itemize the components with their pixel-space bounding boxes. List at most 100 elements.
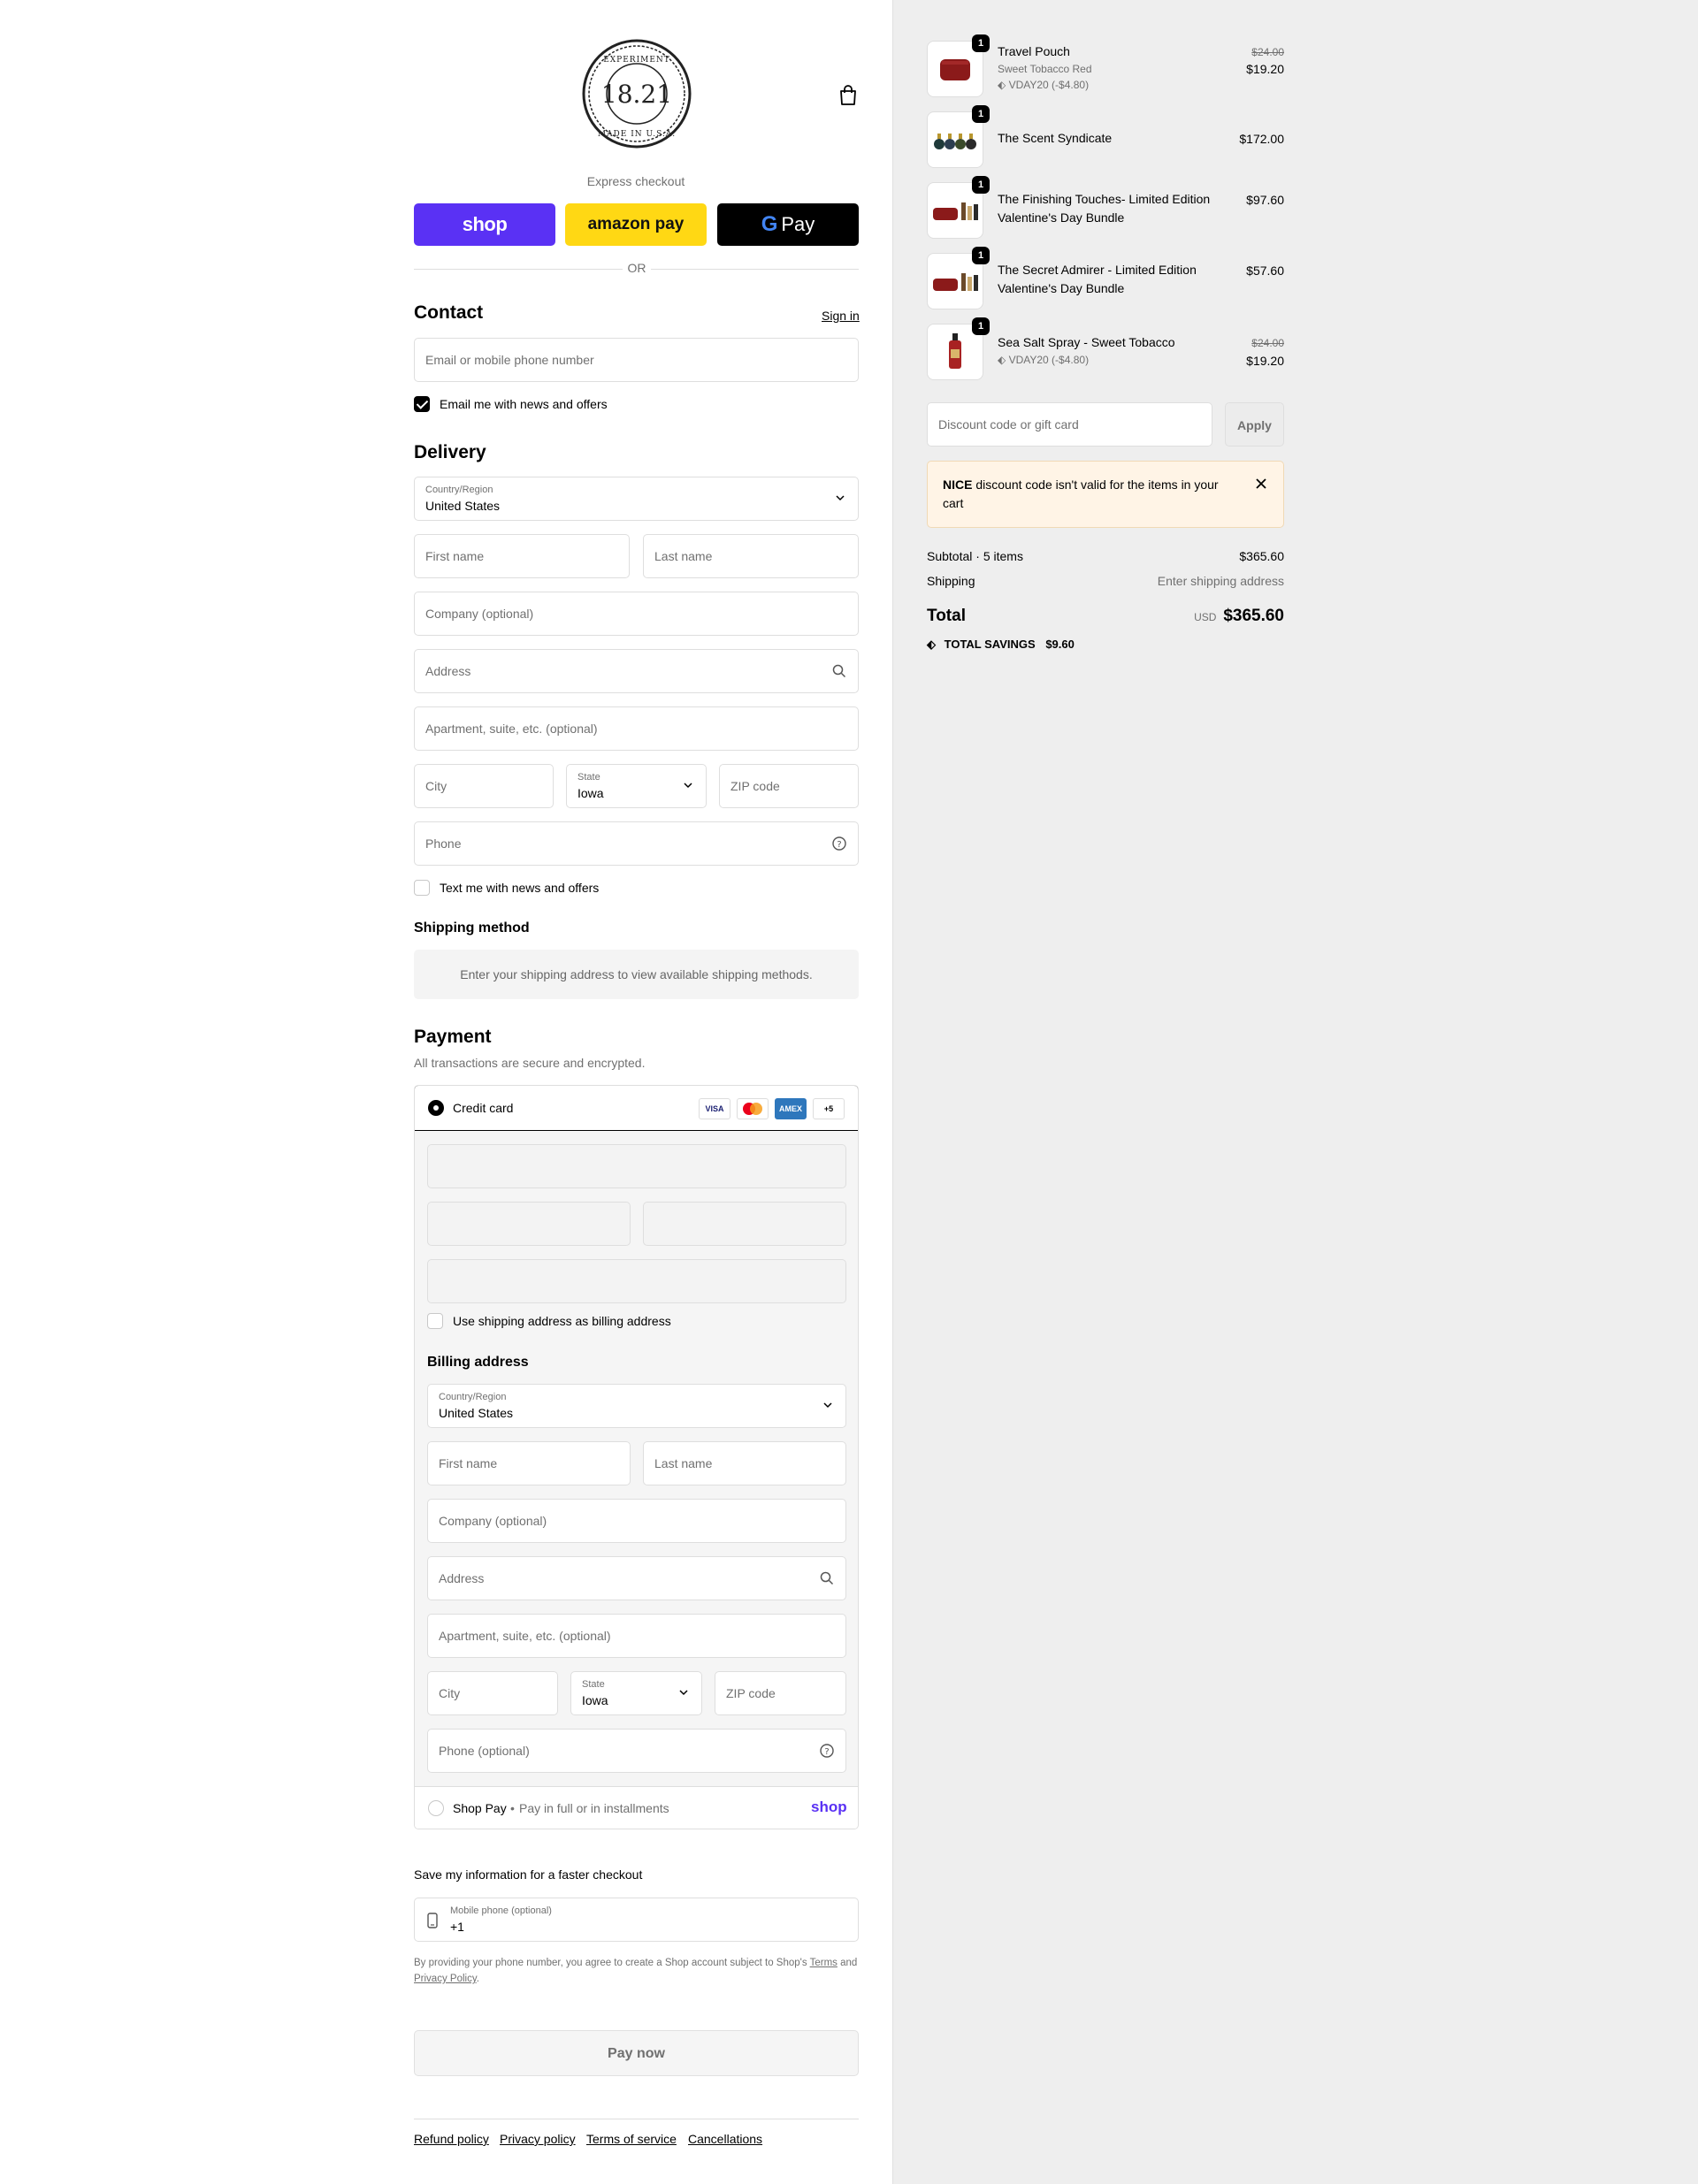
billing-first-name-field[interactable]: First name [427, 1441, 631, 1485]
shipping-value: Enter shipping address [1157, 574, 1284, 588]
amazon-pay-logo: amazon pay [587, 215, 685, 233]
billing-city-field[interactable]: City [427, 1671, 558, 1715]
quantity-badge: 1 [972, 105, 990, 123]
divider-left [414, 269, 623, 270]
city-field[interactable]: City [414, 764, 554, 808]
billing-phone-field[interactable]: Phone (optional) ? [427, 1729, 846, 1773]
item-name: The Finishing Touches- Limited Edition V… [998, 192, 1211, 225]
warning-message: discount code isn't valid for the items … [943, 477, 1219, 510]
billing-zip-field[interactable]: ZIP code [715, 1671, 846, 1715]
google-pay-button[interactable]: G Pay [717, 203, 859, 246]
item-name: The Secret Admirer - Limited Edition Val… [998, 263, 1197, 295]
cancellations-link[interactable]: Cancellations [688, 2132, 762, 2146]
privacy-policy-link[interactable]: Privacy Policy [414, 1974, 477, 1984]
pay-now-button[interactable]: Pay now [414, 2030, 859, 2076]
sign-in-link[interactable]: Sign in [822, 309, 860, 323]
item-original-price: $24.00 [1251, 337, 1284, 349]
address-field[interactable]: Address [414, 649, 859, 693]
item-price: $57.60 [1246, 263, 1284, 278]
quantity-badge: 1 [972, 176, 990, 194]
billing-state-label: State [582, 1679, 605, 1690]
cart-bag-icon[interactable] [838, 85, 858, 106]
zip-field[interactable]: ZIP code [719, 764, 859, 808]
product-image-scent-syndicate: 1 [927, 105, 990, 168]
billing-company-field[interactable]: Company (optional) [427, 1499, 846, 1543]
email-field[interactable]: Email or mobile phone number [414, 338, 859, 382]
privacy-policy-footer-link[interactable]: Privacy policy [500, 2132, 576, 2146]
mobile-phone-field[interactable]: Mobile phone (optional) +1 [414, 1898, 859, 1942]
country-select[interactable]: Country/Region United States [414, 477, 859, 521]
help-icon[interactable]: ? [831, 836, 847, 851]
item-variant: Sweet Tobacco Red [998, 63, 1092, 75]
first-name-field[interactable]: First name [414, 534, 630, 578]
billing-same-checkbox[interactable] [427, 1313, 443, 1329]
state-value: Iowa [577, 786, 604, 800]
svg-text:EXPERIMENT: EXPERIMENT [603, 56, 670, 65]
billing-country-select[interactable]: Country/Region United States [427, 1384, 846, 1428]
item-price: $97.60 [1246, 193, 1284, 207]
shop-pay-radio[interactable] [428, 1800, 444, 1816]
expiry-field[interactable] [427, 1202, 631, 1246]
last-name-field[interactable]: Last name [643, 534, 859, 578]
billing-address-placeholder: Address [439, 1571, 485, 1585]
billing-apartment-field[interactable]: Apartment, suite, etc. (optional) [427, 1614, 846, 1658]
credit-card-option[interactable]: Credit card VISA AMEX +5 [415, 1086, 858, 1131]
card-number-field[interactable] [427, 1144, 846, 1188]
credit-card-radio[interactable] [428, 1100, 444, 1116]
chevron-down-icon [823, 1402, 832, 1409]
phone-field[interactable]: Phone ? [414, 821, 859, 866]
discount-warning-text: NICE discount code isn't valid for the i… [943, 476, 1235, 513]
subtotal-value: $365.60 [1239, 549, 1284, 563]
shop-pay-separator: • [510, 1801, 515, 1815]
item-name: Sea Salt Spray - Sweet Tobacco [998, 335, 1175, 349]
email-placeholder: Email or mobile phone number [425, 353, 594, 367]
item-discount: ⬖ VDAY20 (-$4.80) [998, 354, 1089, 366]
billing-state-select[interactable]: State Iowa [570, 1671, 702, 1715]
item-original-price: $24.00 [1251, 46, 1284, 58]
shop-pay-option[interactable]: Shop Pay • Pay in full or in installment… [415, 1786, 858, 1829]
shop-pay-description: Pay in full or in installments [519, 1801, 669, 1815]
first-name-placeholder: First name [425, 549, 485, 563]
mobile-phone-label: Mobile phone (optional) [450, 1905, 552, 1916]
close-icon[interactable] [1255, 477, 1267, 490]
last-name-placeholder: Last name [654, 549, 713, 563]
billing-country-label: Country/Region [439, 1392, 507, 1402]
svg-text:MADE IN U.S.A.: MADE IN U.S.A. [598, 130, 676, 139]
billing-company-placeholder: Company (optional) [439, 1514, 547, 1528]
amazon-pay-button[interactable]: amazon pay [565, 203, 707, 246]
or-divider-text: OR [627, 261, 646, 275]
billing-address-field[interactable]: Address [427, 1556, 846, 1600]
terms-link[interactable]: Terms [810, 1958, 838, 1968]
billing-zip-placeholder: ZIP code [726, 1686, 776, 1700]
apartment-field[interactable]: Apartment, suite, etc. (optional) [414, 706, 859, 751]
discount-code-input[interactable]: Discount code or gift card [927, 402, 1212, 447]
name-on-card-field[interactable] [427, 1259, 846, 1303]
brand-logo[interactable]: 18.21 EXPERIMENT MADE IN U.S.A. [580, 37, 693, 150]
mobile-phone-value: +1 [450, 1920, 464, 1934]
discount-placeholder: Discount code or gift card [938, 417, 1079, 431]
country-value: United States [425, 499, 501, 513]
email-news-checkbox[interactable] [414, 396, 430, 412]
item-price: $19.20 [1246, 62, 1284, 76]
total-value: $365.60 [1223, 607, 1284, 625]
shipping-method-heading: Shipping method [414, 920, 530, 935]
help-icon[interactable]: ? [819, 1743, 835, 1759]
terms-period: . [476, 1974, 479, 1984]
billing-last-name-field[interactable]: Last name [643, 1441, 846, 1485]
quantity-badge: 1 [972, 34, 990, 52]
city-placeholder: City [425, 779, 447, 793]
state-select[interactable]: State Iowa [566, 764, 707, 808]
tag-icon: ⬖ [998, 354, 1006, 366]
shop-pay-label: Shop Pay [453, 1801, 507, 1815]
refund-policy-link[interactable]: Refund policy [414, 2132, 489, 2146]
save-info-heading: Save my information for a faster checkou… [414, 1867, 643, 1882]
shipping-label: Shipping [927, 574, 975, 588]
apply-discount-button[interactable]: Apply [1225, 402, 1284, 447]
text-news-checkbox[interactable] [414, 880, 430, 896]
security-code-field[interactable] [643, 1202, 846, 1246]
svg-text:18.21: 18.21 [601, 80, 672, 109]
terms-of-service-link[interactable]: Terms of service [586, 2132, 677, 2146]
item-discount-code: VDAY20 (-$4.80) [1008, 79, 1090, 91]
company-field[interactable]: Company (optional) [414, 592, 859, 636]
shop-pay-button[interactable]: shop [414, 203, 555, 246]
